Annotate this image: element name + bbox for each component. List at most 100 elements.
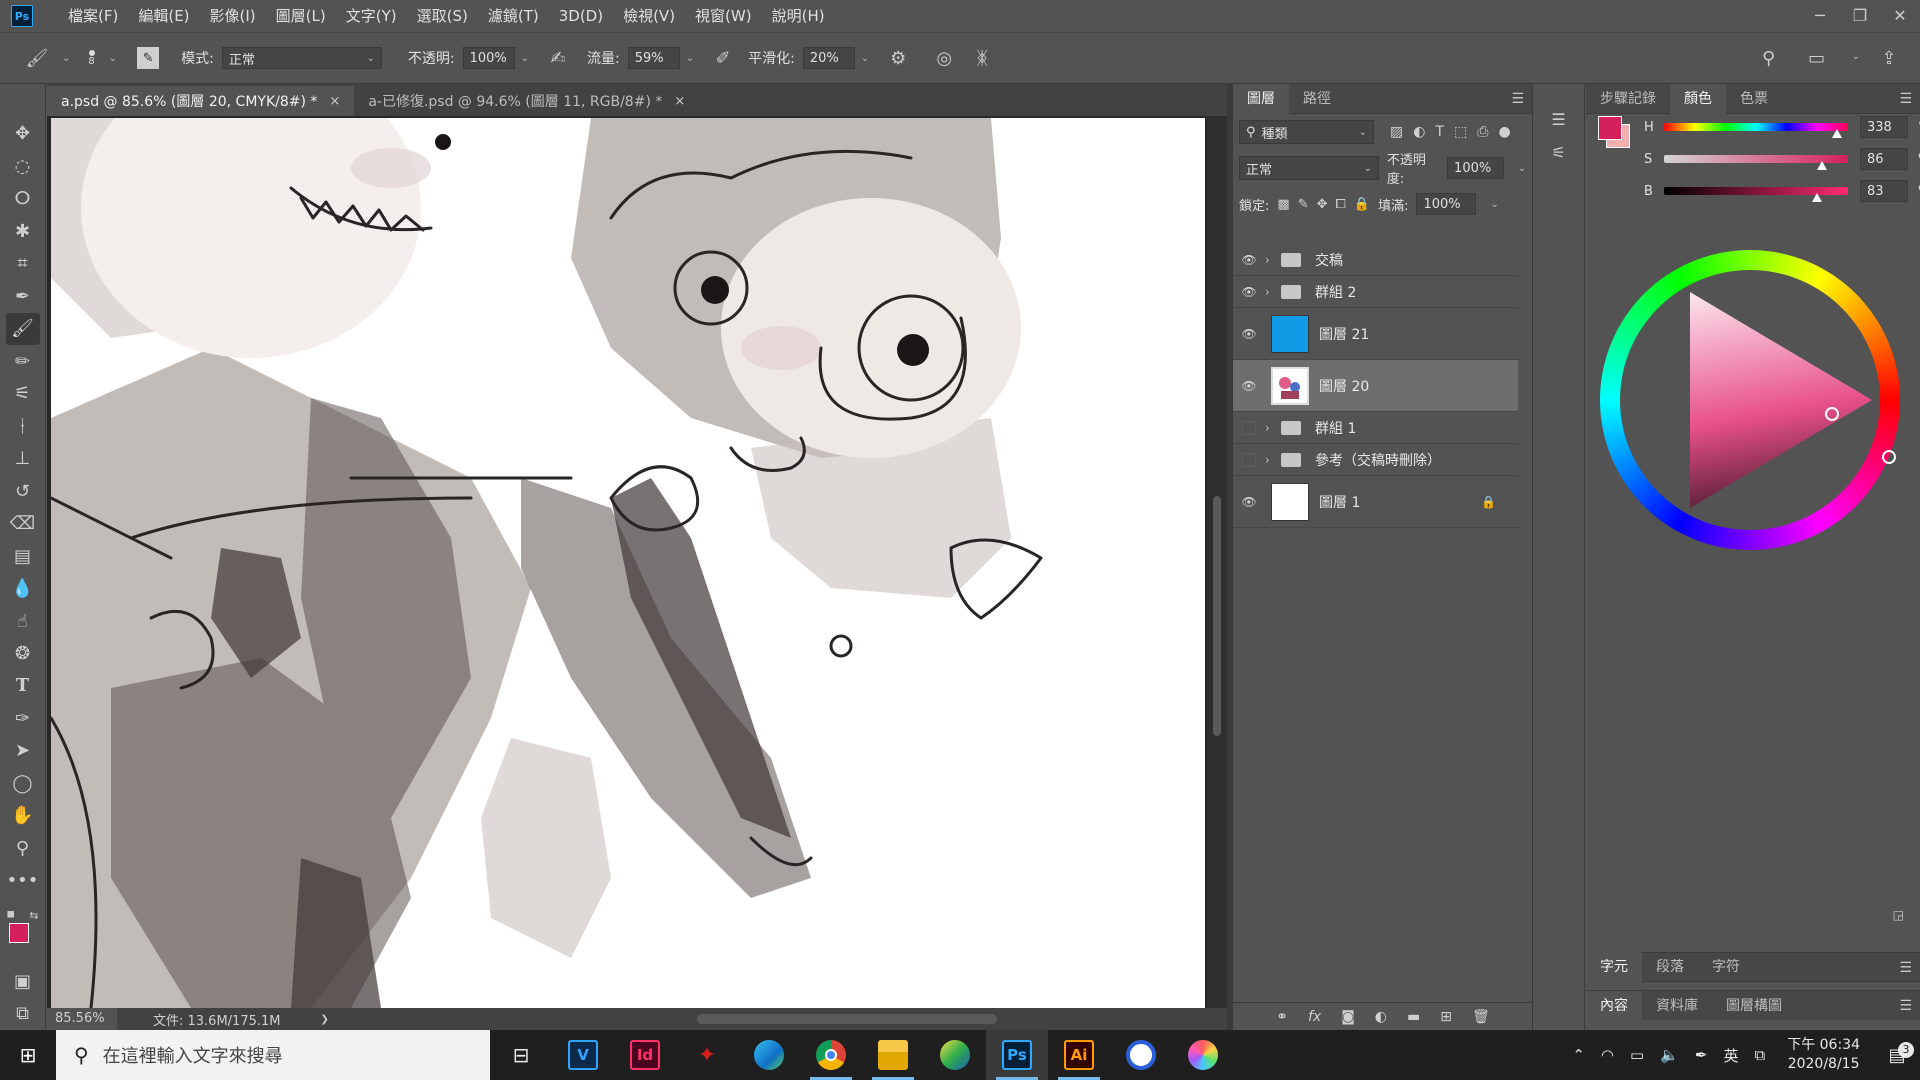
ring-picker[interactable] (1882, 450, 1896, 464)
clone-stamp-tool-icon[interactable]: ⊥ (6, 443, 40, 475)
color-swatches[interactable]: ◼ ⇆ (3, 909, 43, 957)
type-filter-icon[interactable]: T (1435, 124, 1444, 140)
add-mask-icon[interactable]: ◙ (1341, 1009, 1355, 1025)
fx-icon[interactable]: fx (1308, 1009, 1321, 1025)
indesign-icon[interactable]: Id (614, 1030, 676, 1080)
chevron-down-icon[interactable]: ⌄ (521, 53, 529, 64)
tab-color[interactable]: 顏色 (1670, 83, 1726, 114)
red-app-icon[interactable]: ✦ (676, 1030, 738, 1080)
brightness-slider-thumb[interactable] (1811, 193, 1822, 202)
pressure-opacity-icon[interactable]: ✍ (545, 45, 571, 71)
lasso-tool-icon[interactable]: ⵔ (6, 183, 40, 215)
lock-pixels-icon[interactable]: ✎ (1298, 197, 1309, 212)
brush-size-picker[interactable]: 8 (88, 49, 95, 67)
path-selection-tool-icon[interactable]: ➤ (6, 735, 40, 767)
pixel-filter-icon[interactable]: ▨ (1390, 124, 1403, 140)
layer-row[interactable]: 👁 圖層 21 (1233, 308, 1518, 360)
battery-icon[interactable]: ▭ (1622, 1046, 1652, 1064)
airbrush-icon[interactable]: ✐ (710, 45, 736, 71)
chevron-right-icon[interactable]: › (1265, 285, 1277, 299)
document-canvas[interactable] (51, 118, 1205, 1008)
link-layers-icon[interactable]: ⚭ (1276, 1009, 1288, 1025)
menu-3d[interactable]: 3D(D) (549, 0, 613, 32)
ime-mode[interactable]: 英 (1715, 1045, 1746, 1066)
vertical-scrollbar[interactable] (1207, 116, 1227, 1008)
tab-swatches[interactable]: 色票 (1726, 84, 1782, 114)
restore-icon[interactable]: ❐ (1840, 0, 1880, 30)
color-replacement-tool-icon[interactable]: ⚟ (6, 378, 40, 410)
opacity-input[interactable]: 100% (462, 47, 515, 69)
move-tool-icon[interactable]: ✥ (6, 118, 40, 150)
eye-icon[interactable]: 👁 (1233, 495, 1265, 509)
close-icon[interactable]: × (674, 94, 685, 109)
adjustment-filter-icon[interactable]: ◐ (1413, 124, 1425, 140)
hand-tool-icon[interactable]: ✋ (6, 800, 40, 832)
smart-object-filter-icon[interactable]: ⎙ (1477, 124, 1488, 140)
lock-all-icon[interactable]: 🔒 (1354, 197, 1370, 212)
volume-icon[interactable]: 🔈 (1652, 1046, 1687, 1064)
chevron-down-icon[interactable]: ⌄ (109, 53, 117, 64)
edge-icon[interactable] (738, 1030, 800, 1080)
brush-tool-icon[interactable]: 🖌 (5, 312, 40, 345)
lock-artboard-icon[interactable]: ⧠ (1336, 197, 1346, 212)
eye-icon[interactable]: 👁 (1233, 327, 1265, 341)
smudge-tool-icon[interactable]: ☝ (6, 605, 40, 637)
adjustments-panel-icon[interactable]: ⚟ (1551, 143, 1565, 162)
default-colors-icon[interactable]: ◼ (7, 909, 15, 920)
pressure-size-icon[interactable]: ◎ (931, 45, 957, 71)
gear-icon[interactable]: ⚙ (885, 45, 911, 71)
panel-menu-icon[interactable]: ☰ (1899, 91, 1912, 107)
fill-input[interactable]: 100% (1416, 193, 1477, 215)
delete-layer-icon[interactable]: 🗑 (1472, 1009, 1490, 1025)
document-tab[interactable]: a-已修復.psd @ 94.6% (圖層 11, RGB/8#) * × (354, 86, 700, 116)
layer-row-group[interactable]: › 群組 1 (1233, 412, 1518, 444)
windows-start-icon[interactable]: ⊞ (0, 1030, 56, 1080)
taskbar-search[interactable]: ⚲ 在這裡輸入文字來搜尋 (56, 1030, 490, 1080)
status-arrow-icon[interactable]: ❯ (321, 1014, 329, 1025)
symmetry-butterfly-icon[interactable]: ᛤ (969, 45, 995, 71)
layer-row-selected[interactable]: 👁 圖層 20 (1233, 360, 1518, 412)
workspace-icon[interactable]: ▭ (1804, 45, 1830, 71)
chevron-down-icon[interactable]: ⌄ (62, 53, 70, 64)
mixer-brush-tool-icon[interactable]: ᚽ (6, 410, 40, 442)
saturation-slider-thumb[interactable] (1817, 161, 1828, 170)
ellipse-tool-icon[interactable]: ◯ (6, 767, 40, 799)
share-icon[interactable]: ⇪ (1876, 45, 1902, 71)
new-group-icon[interactable]: ▬ (1407, 1009, 1420, 1025)
crop-tool-icon[interactable]: ⌗ (6, 248, 40, 280)
file-explorer-icon[interactable] (862, 1030, 924, 1080)
new-layer-icon[interactable]: ⊞ (1440, 1009, 1452, 1025)
filter-toggle-icon[interactable]: ● (1498, 124, 1510, 140)
chevron-right-icon[interactable]: › (1265, 421, 1277, 435)
chevron-down-icon[interactable]: ⌄ (1852, 51, 1860, 71)
panel-menu-icon[interactable]: ☰ (1899, 960, 1912, 976)
tab-paths[interactable]: 路徑 (1289, 84, 1345, 114)
eye-icon[interactable]: 👁 (1233, 253, 1265, 267)
menu-window[interactable]: 視窗(W) (685, 0, 762, 32)
flow-input[interactable]: 59% (627, 47, 680, 69)
mode-dropdown[interactable]: 正常 ⌄ (221, 47, 382, 69)
pen-icon[interactable]: ✒ (1687, 1046, 1716, 1064)
color-wheel[interactable] (1600, 250, 1900, 550)
canvas-area[interactable] (47, 116, 1207, 1008)
tab-libraries[interactable]: 資料庫 (1642, 991, 1712, 1021)
search-icon[interactable]: ⚲ (1756, 45, 1782, 71)
chevron-down-icon[interactable]: ⌄ (1490, 199, 1498, 210)
chevron-right-icon[interactable]: › (1265, 253, 1277, 267)
menu-select[interactable]: 選取(S) (407, 0, 478, 32)
hue-slider[interactable] (1664, 123, 1848, 138)
horizontal-scrollbar[interactable] (697, 1014, 997, 1024)
gradient-app-icon[interactable] (924, 1030, 986, 1080)
chrome-icon[interactable] (800, 1030, 862, 1080)
menu-help[interactable]: 說明(H) (762, 0, 835, 32)
eye-icon[interactable]: 👁 (1233, 285, 1265, 299)
ime-icon[interactable]: ⧉ (1746, 1046, 1773, 1064)
color-wheel-app-icon[interactable] (1172, 1030, 1234, 1080)
saturation-slider[interactable] (1664, 155, 1848, 170)
saturation-input[interactable]: 86 (1860, 148, 1908, 170)
hue-slider-thumb[interactable] (1831, 129, 1842, 138)
layer-row-background[interactable]: 👁 圖層 1 🔒 (1233, 476, 1518, 528)
lock-position-icon[interactable]: ✥ (1317, 197, 1328, 212)
chevron-down-icon[interactable]: ⌄ (1518, 163, 1526, 174)
vegas-icon[interactable]: V (552, 1030, 614, 1080)
